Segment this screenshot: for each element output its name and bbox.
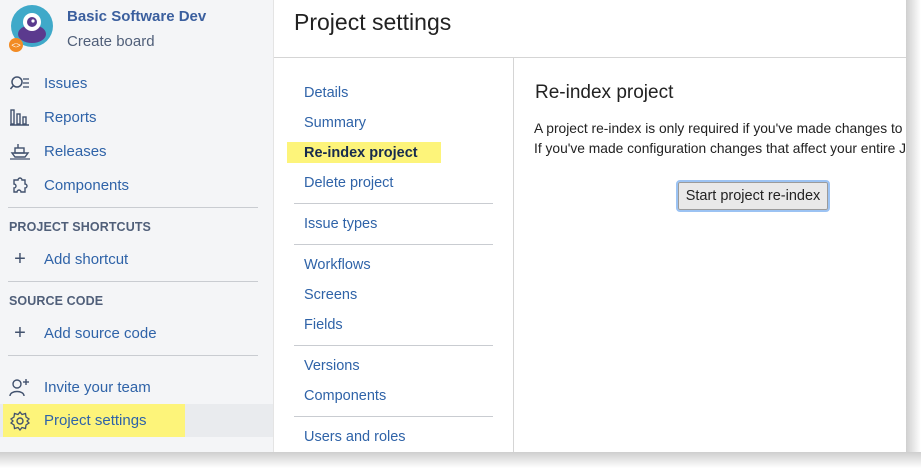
project-settings-label: Project settings	[44, 412, 147, 429]
menu-divider	[294, 244, 493, 245]
sidebar-divider	[8, 281, 258, 282]
puzzle-icon	[9, 174, 31, 196]
project-name[interactable]: Basic Software Dev	[67, 8, 206, 25]
invite-team-button[interactable]: Invite your team	[0, 370, 273, 404]
add-shortcut-button[interactable]: + Add shortcut	[0, 242, 273, 276]
project-shortcuts-heading: PROJECT SHORTCUTS	[9, 220, 151, 234]
reports-icon	[9, 106, 31, 128]
plus-icon: +	[14, 321, 26, 344]
header-divider	[274, 57, 906, 58]
sidebar-item-label: Issues	[44, 74, 88, 92]
sidebar-item-label: Components	[44, 176, 130, 194]
description-line: If you've made configuration changes tha…	[534, 141, 906, 156]
settings-menu-workflows[interactable]: Workflows	[304, 257, 371, 273]
settings-menu-reindex[interactable]: Re-index project	[304, 145, 418, 161]
gear-icon	[9, 410, 31, 432]
description-line: A project re-index is only required if y…	[534, 121, 903, 136]
menu-divider	[294, 203, 493, 204]
sidebar-item-project-settings[interactable]: Project settings	[0, 404, 273, 437]
svg-text:<>: <>	[11, 41, 21, 50]
sidebar-item-issues[interactable]: Issues	[0, 66, 273, 100]
settings-menu-issue-types[interactable]: Issue types	[304, 216, 377, 232]
page-title: Project settings	[294, 9, 452, 35]
sidebar-item-releases[interactable]: Releases	[0, 134, 273, 168]
sidebar-divider	[8, 355, 258, 356]
invite-team-label: Invite your team	[44, 378, 151, 396]
menu-divider	[294, 345, 493, 346]
settings-menu-delete[interactable]: Delete project	[304, 175, 393, 191]
settings-menu-details[interactable]: Details	[304, 85, 348, 101]
settings-menu-components[interactable]: Components	[304, 388, 386, 404]
source-code-heading: SOURCE CODE	[9, 294, 104, 308]
page-shadow	[0, 452, 921, 468]
add-shortcut-label: Add shortcut	[44, 250, 129, 268]
page-shadow	[906, 0, 921, 468]
section-title: Re-index project	[535, 82, 674, 103]
menu-divider	[294, 416, 493, 417]
sidebar-item-label: Reports	[44, 108, 97, 126]
content-divider	[513, 58, 514, 452]
sidebar-item-reports[interactable]: Reports	[0, 100, 273, 134]
settings-menu-users-roles[interactable]: Users and roles	[304, 429, 406, 445]
sidebar-item-label: Releases	[44, 142, 107, 160]
add-user-icon	[9, 376, 31, 398]
app-window: <> Basic Software Dev Create board Issue…	[0, 0, 906, 452]
settings-menu-versions[interactable]: Versions	[304, 358, 360, 374]
sidebar-divider	[8, 207, 258, 208]
settings-menu-summary[interactable]: Summary	[304, 115, 366, 131]
project-avatar[interactable]: <>	[8, 4, 56, 52]
add-source-code-button[interactable]: + Add source code	[0, 316, 273, 350]
add-source-code-label: Add source code	[44, 324, 157, 342]
settings-menu-fields[interactable]: Fields	[304, 317, 343, 333]
plus-icon: +	[14, 247, 26, 270]
settings-menu-screens[interactable]: Screens	[304, 287, 357, 303]
issues-icon	[9, 72, 31, 94]
project-sidebar: <> Basic Software Dev Create board Issue…	[0, 0, 274, 452]
sidebar-item-components[interactable]: Components	[0, 168, 273, 202]
ship-icon	[9, 140, 31, 162]
start-reindex-button[interactable]: Start project re-index	[676, 180, 830, 212]
create-board-link[interactable]: Create board	[67, 33, 155, 50]
